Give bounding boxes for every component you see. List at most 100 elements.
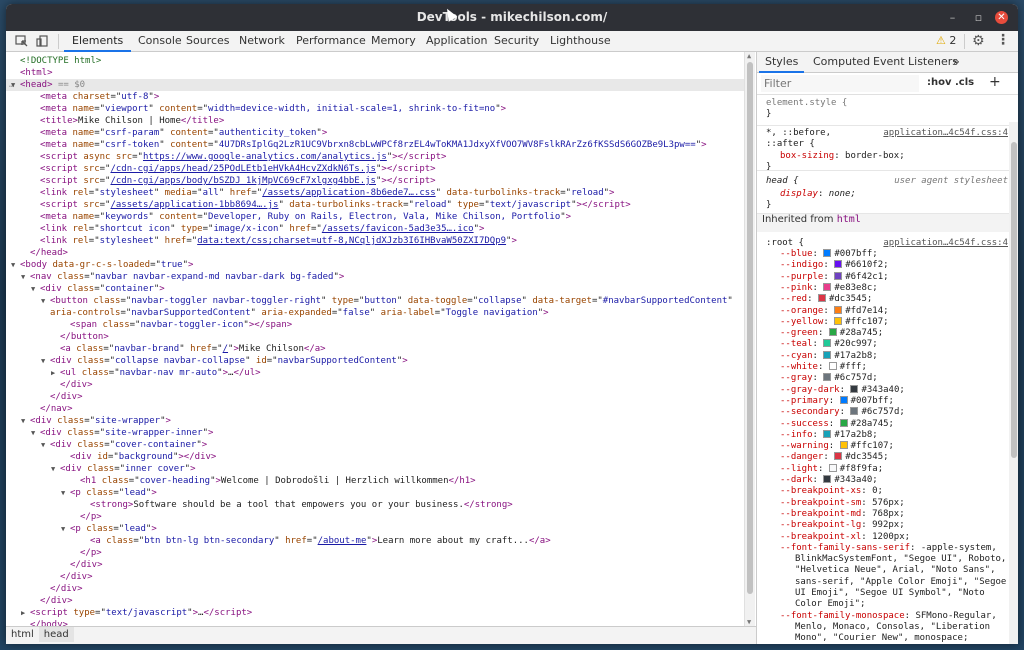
new-rule-button[interactable]: +: [989, 74, 1001, 90]
css-variable[interactable]: --primary: #007bff;: [780, 395, 894, 407]
css-variable[interactable]: --green: #28a745;: [780, 328, 883, 339]
color-swatch-icon[interactable]: [823, 339, 832, 348]
scroll-down-icon[interactable]: ▼: [747, 618, 751, 626]
tab-network[interactable]: Network: [231, 31, 293, 52]
tab-memory[interactable]: Memory: [363, 31, 424, 52]
breadcrumb-html[interactable]: html: [6, 627, 39, 642]
css-variable[interactable]: --cyan: #17a2b8;: [780, 350, 878, 362]
disclosure-triangle-icon[interactable]: ▼: [21, 415, 25, 427]
css-variable[interactable]: --gray: #6c757d;: [780, 373, 878, 384]
css-variable[interactable]: --light: #f8f9fa;: [780, 463, 883, 475]
css-variable[interactable]: --teal: #20c997;: [780, 339, 878, 350]
close-button[interactable]: ✕: [995, 11, 1008, 24]
scrollbar-thumb[interactable]: [747, 62, 753, 594]
tab-styles[interactable]: Styles: [759, 52, 805, 73]
color-swatch-icon[interactable]: [834, 452, 843, 461]
inspect-element-icon[interactable]: [15, 35, 28, 47]
css-variable[interactable]: --yellow: #ffc107;: [780, 316, 889, 328]
hover-state-toggle[interactable]: :hov: [927, 77, 952, 88]
elements-tree[interactable]: <!DOCTYPE html> <html>… ▼ <head> == $0 <meta…: [6, 52, 744, 626]
color-swatch-icon[interactable]: [823, 429, 832, 438]
css-variable[interactable]: --success: #28a745;: [780, 418, 894, 430]
css-variable[interactable]: --breakpoint-lg: 992px;: [780, 520, 905, 531]
css-variable[interactable]: --white: #fff;: [780, 362, 867, 373]
more-tabs-button[interactable]: »: [947, 52, 966, 73]
css-variable[interactable]: --dark: #343a40;: [780, 475, 878, 486]
disclosure-triangle-icon[interactable]: ▼: [61, 523, 65, 535]
disclosure-triangle-icon[interactable]: ▼: [11, 259, 15, 271]
css-variable[interactable]: --danger: #dc3545;: [780, 452, 889, 463]
breadcrumb-head[interactable]: head: [38, 627, 74, 642]
color-swatch-icon[interactable]: [839, 395, 848, 404]
color-swatch-icon[interactable]: [834, 305, 843, 314]
css-variable[interactable]: --gray-dark: #343a40;: [780, 384, 905, 396]
disclosure-triangle-icon[interactable]: ▶: [21, 607, 25, 619]
tab-security[interactable]: Security: [486, 31, 547, 52]
color-swatch-icon[interactable]: [823, 373, 832, 382]
css-variable[interactable]: --breakpoint-md: 768px;: [780, 509, 905, 520]
tab-elements[interactable]: Elements: [64, 31, 132, 52]
tab-lighthouse[interactable]: Lighthouse: [542, 31, 619, 52]
disclosure-triangle-icon[interactable]: ▼: [21, 271, 25, 283]
css-variable[interactable]: --warning: #ffc107;: [780, 441, 894, 452]
css-variable[interactable]: --purple: #6f42c1;: [780, 271, 889, 283]
styles-scrollbar[interactable]: [1009, 122, 1018, 644]
inherited-tag[interactable]: html: [837, 214, 861, 225]
css-variable[interactable]: --font-family-sans-serif: -apple-system,: [780, 543, 997, 554]
disclosure-triangle-icon[interactable]: ▼: [41, 295, 45, 307]
color-swatch-icon[interactable]: [850, 384, 859, 393]
tab-performance[interactable]: Performance: [288, 31, 374, 52]
color-swatch-icon[interactable]: [823, 282, 832, 291]
disclosure-triangle-icon[interactable]: ▼: [61, 487, 65, 499]
css-variable[interactable]: --blue: #007bff;: [780, 249, 878, 260]
disclosure-triangle-icon[interactable]: ▼: [41, 439, 45, 451]
color-swatch-icon[interactable]: [823, 350, 832, 359]
class-toggle[interactable]: .cls: [955, 77, 974, 88]
more-options-icon[interactable]: ⋮: [996, 32, 1010, 48]
disclosure-triangle-icon[interactable]: ▼: [51, 463, 55, 475]
dom-node-text: <script type="text/javascript">…</script…: [30, 608, 253, 618]
tab-computed[interactable]: Computed: [807, 52, 876, 73]
scroll-up-icon[interactable]: ▲: [747, 52, 751, 60]
maximize-button[interactable]: ▫: [972, 11, 985, 24]
color-swatch-icon[interactable]: [839, 418, 848, 427]
css-variable[interactable]: --red: #dc3545;: [780, 294, 872, 305]
css-variable[interactable]: --orange: #fd7e14;: [780, 305, 889, 317]
color-swatch-icon[interactable]: [823, 475, 832, 483]
styles-filter-input[interactable]: [761, 75, 919, 92]
color-swatch-icon[interactable]: [850, 407, 859, 416]
disclosure-triangle-icon[interactable]: ▼: [31, 427, 35, 439]
disclosure-triangle-icon[interactable]: ▼: [41, 355, 45, 367]
css-variable[interactable]: --breakpoint-xs: 0;: [780, 486, 883, 497]
disclosure-triangle-icon[interactable]: ▼: [31, 283, 35, 295]
css-variable[interactable]: --font-family-monospace: SFMono-Regular,: [780, 611, 997, 622]
color-swatch-icon[interactable]: [828, 328, 837, 337]
disclosure-triangle-icon[interactable]: ▶: [51, 367, 55, 379]
dom-node-line[interactable]: … ▼ <head> == $0: [6, 79, 744, 91]
color-swatch-icon[interactable]: [828, 463, 837, 472]
css-variable[interactable]: --pink: #e83e8c;: [780, 282, 878, 294]
color-swatch-icon[interactable]: [823, 249, 832, 257]
color-swatch-icon[interactable]: [828, 362, 837, 370]
tab-sources[interactable]: Sources: [178, 31, 238, 52]
color-swatch-icon[interactable]: [839, 441, 848, 450]
css-variable[interactable]: --breakpoint-xl: 1200px;: [780, 532, 910, 543]
css-variable[interactable]: --secondary: #6c757d;: [780, 407, 905, 418]
warnings-counter[interactable]: ⚠ 2: [936, 31, 956, 52]
color-swatch-icon[interactable]: [834, 271, 843, 280]
device-toolbar-icon[interactable]: [36, 35, 49, 47]
rule-source-link[interactable]: application…4c54f.css:4: [883, 238, 1008, 249]
css-variable[interactable]: --indigo: #6610f2;: [780, 260, 889, 271]
css-variable[interactable]: --info: #17a2b8;: [780, 429, 878, 441]
tab-application[interactable]: Application: [418, 31, 495, 52]
disclosure-triangle-icon[interactable]: ▼: [11, 79, 15, 91]
elements-scrollbar[interactable]: ▲ ▼: [744, 52, 755, 626]
gear-icon[interactable]: ⚙: [972, 33, 985, 49]
minimize-button[interactable]: –: [946, 11, 959, 24]
scrollbar-thumb[interactable]: [1011, 142, 1017, 458]
color-swatch-icon[interactable]: [834, 260, 843, 269]
color-swatch-icon[interactable]: [834, 316, 843, 325]
title-bar[interactable]: DevTools - mikechilson.com/ – ▫ ✕: [6, 4, 1018, 31]
color-swatch-icon[interactable]: [817, 294, 826, 303]
css-variable[interactable]: --breakpoint-sm: 576px;: [780, 498, 905, 509]
